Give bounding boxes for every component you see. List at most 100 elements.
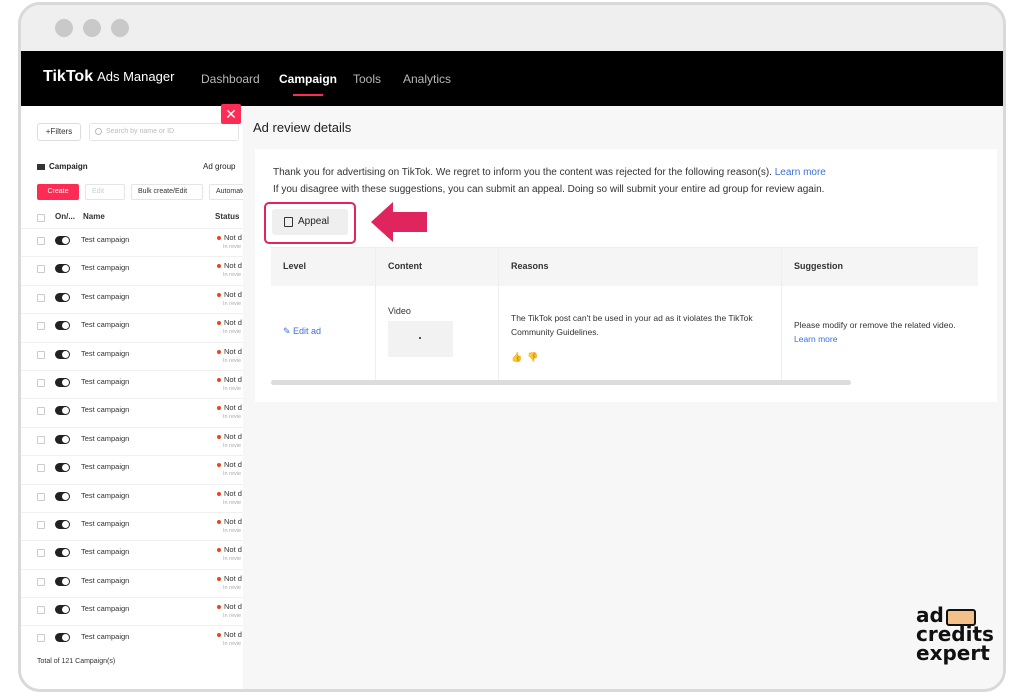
campaign-name[interactable]: Test campaign [81, 377, 129, 386]
table-row[interactable]: Test campaign Not d In revie [21, 341, 243, 370]
row-checkbox[interactable] [37, 634, 45, 643]
table-row[interactable]: Test campaign Not d In revie [21, 455, 243, 483]
suggestion-learn-more-link[interactable]: Learn more [794, 334, 837, 344]
thumbs-down-icon[interactable]: 👎 [527, 352, 538, 362]
row-checkbox[interactable] [37, 520, 45, 529]
row-checkbox[interactable] [37, 606, 45, 615]
status-subtext: In revie [223, 244, 242, 250]
tab-ad-group[interactable]: Ad group [203, 162, 235, 171]
row-checkbox[interactable] [37, 265, 45, 274]
nav-campaign[interactable]: Campaign [279, 72, 337, 96]
campaign-name[interactable]: Test campaign [81, 235, 129, 244]
on-off-toggle[interactable] [55, 519, 70, 529]
campaign-name[interactable]: Test campaign [81, 604, 129, 613]
rejection-message: Thank you for advertising on TikTok. We … [273, 167, 826, 178]
header-level: Level [283, 261, 307, 271]
select-all-checkbox[interactable] [37, 214, 45, 222]
campaign-name[interactable]: Test campaign [81, 519, 129, 528]
window-dot [55, 19, 73, 37]
table-row[interactable]: Test campaign Not d In revie [21, 511, 243, 540]
on-off-toggle[interactable] [55, 406, 70, 416]
row-checkbox[interactable] [37, 237, 45, 245]
on-off-toggle[interactable] [55, 349, 70, 359]
close-drawer-button[interactable]: ✕ [221, 104, 241, 124]
learn-more-link[interactable]: Learn more [775, 167, 826, 178]
on-off-toggle[interactable] [55, 463, 70, 473]
bulk-edit-button[interactable]: Bulk create/Edit [131, 184, 203, 200]
campaign-name[interactable]: Test campaign [81, 263, 129, 272]
table-row[interactable]: Test campaign Not d In revie [21, 398, 243, 426]
edit-ad-link[interactable]: ✎ Edit ad [283, 326, 321, 337]
table-row[interactable]: Test campaign Not d In revie [21, 426, 243, 455]
row-checkbox[interactable] [37, 549, 45, 558]
campaign-name[interactable]: Test campaign [81, 292, 129, 301]
thumbs-up-icon[interactable]: 👍 [511, 352, 522, 362]
video-thumbnail[interactable] [388, 321, 453, 357]
row-checkbox[interactable] [37, 378, 45, 387]
campaign-name[interactable]: Test campaign [81, 491, 129, 500]
rejection-reason: The TikTok post can't be used in your ad… [511, 313, 753, 337]
col-status: Status [215, 212, 240, 221]
row-checkbox[interactable] [37, 435, 45, 444]
status-dot-icon [217, 633, 221, 638]
create-button[interactable]: Create [37, 184, 79, 200]
row-checkbox[interactable] [37, 322, 45, 331]
on-off-toggle[interactable] [55, 236, 70, 245]
nav-tools[interactable]: Tools [353, 72, 381, 86]
on-off-toggle[interactable] [55, 633, 70, 643]
on-off-toggle[interactable] [55, 576, 70, 586]
table-row[interactable]: Test campaign Not d In revie [21, 284, 243, 313]
campaign-name[interactable]: Test campaign [81, 547, 129, 556]
arrow-icon [371, 202, 427, 242]
table-row[interactable]: Test campaign Not d In revie [21, 369, 243, 398]
on-off-toggle[interactable] [55, 292, 70, 302]
status-dot-icon [217, 434, 221, 439]
campaign-name[interactable]: Test campaign [81, 576, 129, 585]
horizontal-scrollbar[interactable] [271, 380, 851, 385]
on-off-toggle[interactable] [55, 605, 70, 615]
on-off-toggle[interactable] [55, 321, 70, 331]
on-off-toggle[interactable] [55, 491, 70, 501]
row-checkbox[interactable] [37, 577, 45, 586]
divider [375, 248, 376, 381]
row-checkbox[interactable] [37, 492, 45, 501]
col-name[interactable]: Name [83, 212, 105, 221]
appeal-icon [284, 217, 293, 227]
campaign-name[interactable]: Test campaign [81, 349, 129, 358]
campaign-name[interactable]: Test campaign [81, 632, 129, 641]
row-checkbox[interactable] [37, 350, 45, 359]
table-row[interactable]: Test campaign Not d In revie [21, 568, 243, 597]
filters-button[interactable]: +Filters [37, 123, 81, 141]
status-dot-icon [217, 406, 221, 411]
on-off-toggle[interactable] [55, 548, 70, 558]
edit-button[interactable]: Edit [85, 184, 125, 200]
campaign-name[interactable]: Test campaign [81, 462, 129, 471]
row-checkbox[interactable] [37, 293, 45, 302]
status-dot-icon [217, 463, 221, 468]
table-row[interactable]: Test campaign Not d In revie [21, 540, 243, 568]
table-row[interactable]: Test campaign Not d In revie [21, 228, 243, 256]
campaign-name[interactable]: Test campaign [81, 434, 129, 443]
nav-analytics[interactable]: Analytics [403, 72, 451, 86]
search-input[interactable]: Search by name or ID [89, 123, 239, 141]
review-card: Thank you for advertising on TikTok. We … [255, 149, 997, 402]
on-off-toggle[interactable] [55, 434, 70, 444]
table-row[interactable]: Test campaign Not d In revie [21, 256, 243, 284]
on-off-toggle[interactable] [55, 264, 70, 274]
table-row[interactable]: Test campaign Not d In revie [21, 597, 243, 625]
status-dot-icon [217, 292, 221, 297]
top-nav-bar: TikTok Ads Manager Dashboard Campaign Too… [21, 51, 1003, 106]
tab-campaign[interactable]: Campaign [37, 162, 88, 171]
table-row[interactable]: Test campaign Not d In revie [21, 625, 243, 653]
campaign-name[interactable]: Test campaign [81, 320, 129, 329]
status-text: Not d [217, 290, 242, 299]
nav-dashboard[interactable]: Dashboard [201, 72, 260, 86]
table-row[interactable]: Test campaign Not d In revie [21, 313, 243, 341]
campaign-name[interactable]: Test campaign [81, 405, 129, 414]
tiktok-logo[interactable]: TikTok Ads Manager [43, 68, 174, 86]
appeal-button[interactable]: Appeal [272, 209, 348, 235]
row-checkbox[interactable] [37, 464, 45, 473]
row-checkbox[interactable] [37, 407, 45, 416]
table-row[interactable]: Test campaign Not d In revie [21, 483, 243, 512]
on-off-toggle[interactable] [55, 377, 70, 387]
